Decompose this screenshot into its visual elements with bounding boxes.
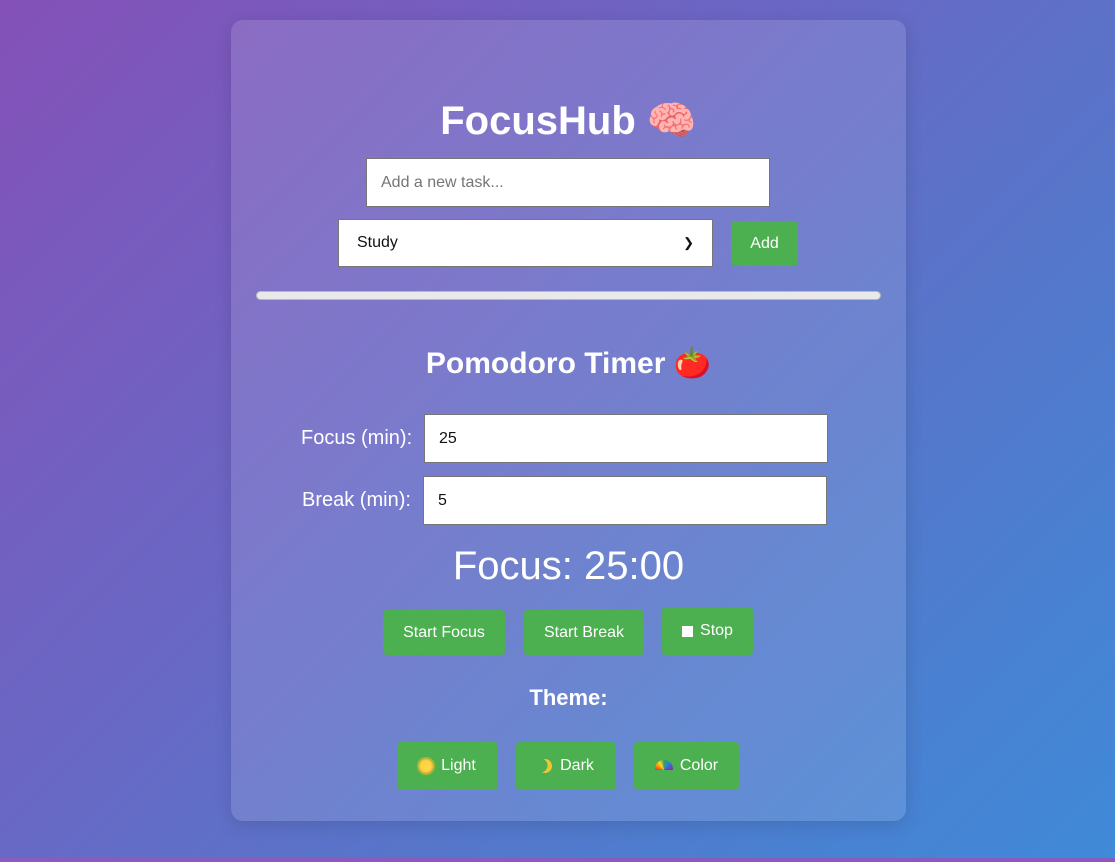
add-task-button[interactable]: Add xyxy=(731,221,798,266)
app-title: FocusHub 🧠 xyxy=(231,99,906,143)
break-minutes-input[interactable]: 5 xyxy=(423,476,827,525)
theme-label: Theme: xyxy=(529,685,608,710)
theme-dark-button[interactable]: Dark xyxy=(516,742,616,790)
start-focus-button[interactable]: Start Focus xyxy=(383,610,505,655)
brain-icon: 🧠 xyxy=(646,99,697,143)
category-selected-value: Study xyxy=(357,234,398,251)
page-bottom-strip xyxy=(0,858,1115,862)
theme-light-label: Light xyxy=(441,757,476,774)
stop-button[interactable]: Stop xyxy=(662,607,753,655)
tomato-icon: 🍅 xyxy=(673,347,712,380)
crescent-moon-icon xyxy=(536,757,554,775)
pomodoro-heading-text: Pomodoro Timer xyxy=(425,347,666,380)
stop-square-icon xyxy=(682,625,694,637)
new-task-input[interactable] xyxy=(366,158,770,207)
sun-icon xyxy=(419,759,434,773)
focus-minutes-value: 25 xyxy=(439,429,457,447)
pomodoro-heading: Pomodoro Timer 🍅 xyxy=(231,346,906,382)
focus-minutes-label: Focus (min): xyxy=(301,427,413,449)
start-break-button[interactable]: Start Break xyxy=(524,610,644,655)
category-select[interactable]: Study ❯ xyxy=(338,219,713,267)
theme-light-button[interactable]: Light xyxy=(397,742,498,790)
focushub-card: FocusHub 🧠 Study ❯ Add Pomodoro Timer 🍅 … xyxy=(231,20,906,821)
break-minutes-label: Break (min): xyxy=(302,489,411,511)
focus-minutes-input[interactable]: 25 xyxy=(424,414,828,463)
break-minutes-value: 5 xyxy=(438,491,447,509)
rainbow-icon xyxy=(654,760,673,770)
task-progress-bar xyxy=(256,291,881,300)
stop-button-label: Stop xyxy=(700,622,733,639)
app-title-text: FocusHub xyxy=(440,99,636,143)
theme-color-button[interactable]: Color xyxy=(634,742,739,790)
timer-display: Focus: 25:00 xyxy=(452,544,685,588)
chevron-down-icon: ❯ xyxy=(683,235,694,250)
theme-dark-label: Dark xyxy=(560,757,594,774)
theme-color-label: Color xyxy=(679,757,719,774)
